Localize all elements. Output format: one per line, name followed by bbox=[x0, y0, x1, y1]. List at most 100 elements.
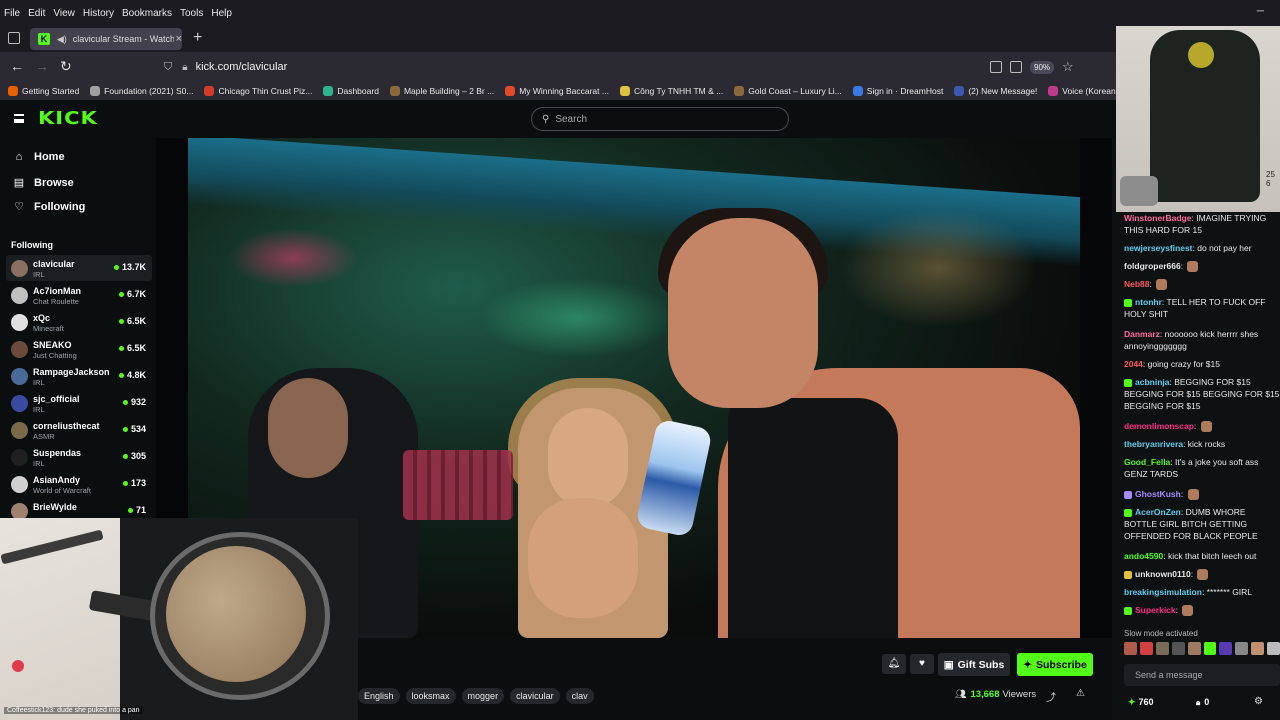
chat-username[interactable]: AcerOnZen bbox=[1135, 507, 1181, 517]
chat-username[interactable]: demonlimonscap bbox=[1124, 421, 1194, 431]
chat-username[interactable]: 2044 bbox=[1124, 359, 1143, 369]
chat-username[interactable]: foldgroper666 bbox=[1124, 261, 1181, 271]
new-tab-plus-icon[interactable]: + bbox=[193, 29, 202, 47]
chat-username[interactable]: newjerseysfinest bbox=[1124, 243, 1193, 253]
minimize-icon[interactable]: ─ bbox=[1257, 6, 1264, 17]
tag-clav[interactable]: clav bbox=[565, 688, 594, 704]
menu-help[interactable]: Help bbox=[211, 8, 232, 19]
search-box[interactable]: ⚲ bbox=[531, 107, 789, 131]
bookmark-item[interactable]: Chicago Thin Crust Piz... bbox=[204, 86, 312, 96]
chat-message-input[interactable] bbox=[1135, 670, 1275, 680]
share-icon[interactable]: ⤴ bbox=[1046, 689, 1056, 704]
emote-icon[interactable] bbox=[1235, 642, 1249, 655]
tab-list-icon[interactable] bbox=[8, 32, 20, 44]
menu-tools[interactable]: Tools bbox=[180, 8, 203, 19]
webcam-overlay[interactable]: Coffeestick123: dude she puked into a pa… bbox=[0, 518, 358, 720]
sidebar-channel-asianandy[interactable]: AsianAndy World of Warcraft 173 bbox=[6, 471, 152, 497]
zoom-level-badge[interactable]: 90% bbox=[1030, 60, 1055, 74]
url-text[interactable]: kick.com/clavicular bbox=[196, 61, 288, 73]
bookmark-item[interactable]: Getting Started bbox=[8, 86, 79, 96]
chat-badge-icon bbox=[1124, 570, 1132, 579]
tag-english[interactable]: English bbox=[358, 688, 400, 704]
chat-username[interactable]: Superkick bbox=[1135, 605, 1176, 615]
search-input[interactable] bbox=[555, 113, 756, 125]
notification-bell-icon[interactable]: 🔔︎ bbox=[882, 654, 906, 674]
bookmark-item[interactable]: My Winning Baccarat ... bbox=[505, 86, 609, 96]
menu-view[interactable]: View bbox=[53, 8, 75, 19]
report-warning-icon[interactable]: ⚠ bbox=[1076, 688, 1085, 699]
sidebar-channel-rampagejackson[interactable]: RampageJackson IRL 4.8K bbox=[6, 363, 152, 389]
sidebar-channel-sneako[interactable]: SNEAKO Just Chatting 6.5K bbox=[6, 336, 152, 362]
follow-heart-icon[interactable]: ♥ bbox=[910, 654, 934, 674]
menu-bookmarks[interactable]: Bookmarks bbox=[122, 8, 172, 19]
emote-icon[interactable] bbox=[1187, 642, 1201, 655]
chat-username[interactable]: unknown0110 bbox=[1135, 569, 1191, 579]
nav-home[interactable]: ⌂ Home bbox=[12, 151, 65, 163]
reader-view-icon[interactable] bbox=[990, 61, 1002, 73]
channel-points[interactable]: ✦ 760 bbox=[1128, 697, 1154, 708]
browser-tab-active[interactable]: K ◀) clavicular Stream - Watch L × bbox=[30, 28, 182, 50]
nav-browse[interactable]: ▤ Browse bbox=[12, 176, 74, 190]
chat-counter[interactable]: 🔒︎ 0 bbox=[1196, 697, 1209, 708]
lock-icon[interactable]: 🔒︎ bbox=[182, 62, 187, 73]
chat-username[interactable]: acbninja bbox=[1135, 377, 1169, 387]
emote-icon[interactable] bbox=[1251, 642, 1265, 655]
speaker-icon[interactable]: ◀) bbox=[57, 34, 67, 45]
menu-edit[interactable]: Edit bbox=[28, 8, 45, 19]
emote-icon[interactable] bbox=[1139, 642, 1153, 655]
chat-username[interactable]: Good_Fella bbox=[1124, 457, 1170, 467]
address-bar[interactable]: ⛉ 🔒︎ kick.com/clavicular bbox=[156, 55, 1082, 79]
bookmark-item[interactable]: Dashboard bbox=[323, 86, 379, 96]
emote-icon[interactable] bbox=[1171, 642, 1185, 655]
kick-logo[interactable]: KICK bbox=[38, 108, 98, 128]
tag-mogger[interactable]: mogger bbox=[461, 688, 505, 704]
bookmark-item[interactable]: Sign in · DreamHost bbox=[852, 86, 943, 96]
bookmark-item[interactable]: Gold Coast – Luxury Li... bbox=[734, 86, 842, 96]
menu-file[interactable]: File bbox=[4, 8, 20, 19]
sidebar-channel-ac7ionman[interactable]: Ac7ionMan Chat Roulette 6.7K bbox=[6, 282, 152, 308]
subscribe-button[interactable]: ✦ Subscribe bbox=[1017, 653, 1093, 676]
chat-username[interactable]: breakingsimulation bbox=[1124, 587, 1202, 597]
tag-clavicular[interactable]: clavicular bbox=[510, 688, 560, 704]
chat-username[interactable]: thebryanrivera bbox=[1124, 439, 1183, 449]
chat-username[interactable]: ntonhr bbox=[1135, 297, 1162, 307]
chat-username[interactable]: WinstonerBadge bbox=[1124, 213, 1191, 223]
back-arrow-icon[interactable]: ← bbox=[10, 58, 24, 74]
viewer-count: 👥︎ 13,668 Viewers bbox=[955, 689, 1036, 700]
chat-username[interactable]: ando4590 bbox=[1124, 551, 1163, 561]
chat-colon: : bbox=[1149, 279, 1155, 289]
emote-icon[interactable] bbox=[1219, 642, 1233, 655]
emote-icon[interactable] bbox=[1155, 642, 1169, 655]
save-page-icon[interactable] bbox=[1010, 61, 1022, 73]
chat-username[interactable]: Danmarz bbox=[1124, 329, 1160, 339]
sidebar-channel-suspendas[interactable]: Suspendas IRL 305 bbox=[6, 444, 152, 470]
sidebar-channel-corneliusthecat[interactable]: corneliusthecat ASMR 534 bbox=[6, 417, 152, 443]
tag-looksmax[interactable]: looksmax bbox=[405, 688, 456, 704]
emote-icon[interactable] bbox=[1203, 642, 1217, 655]
menu-history[interactable]: History bbox=[83, 8, 114, 19]
tracking-shield-icon[interactable]: ⛉ bbox=[164, 61, 172, 74]
gift-subs-button[interactable]: ▣ Gift Subs bbox=[938, 653, 1010, 676]
emote-icon[interactable] bbox=[1267, 642, 1280, 655]
bookmark-item[interactable]: (2) New Message! bbox=[954, 86, 1037, 96]
chat-username[interactable]: GhostKush bbox=[1135, 489, 1181, 499]
chat-settings-gear-icon[interactable]: ⚙ bbox=[1254, 696, 1263, 707]
close-tab-icon[interactable]: × bbox=[176, 33, 182, 45]
forward-arrow-icon[interactable]: → bbox=[35, 58, 49, 74]
sidebar-channel-clavicular[interactable]: clavicular IRL 13.7K bbox=[6, 255, 152, 281]
emote-icon[interactable] bbox=[1124, 642, 1137, 655]
chat-input-box[interactable] bbox=[1124, 664, 1280, 686]
bookmark-star-icon[interactable]: ☆ bbox=[1062, 59, 1074, 75]
reload-icon[interactable]: ↻ bbox=[60, 58, 72, 75]
chat-username[interactable]: Neb88 bbox=[1124, 279, 1150, 289]
browser-menubar: File Edit View History Bookmarks Tools H… bbox=[0, 0, 1280, 26]
bookmark-item[interactable]: Maple Building – 2 Br ... bbox=[389, 86, 494, 96]
sidebar-channel-sjc_official[interactable]: sjc_official IRL 932 bbox=[6, 390, 152, 416]
bookmark-item[interactable]: Công Ty TNHH TM & ... bbox=[619, 86, 723, 96]
bookmark-item[interactable]: Foundation (2021) S0... bbox=[90, 86, 193, 96]
sidebar-channel-xqc[interactable]: xQc Minecraft 6.5K bbox=[6, 309, 152, 335]
menu-hamburger-icon[interactable] bbox=[14, 114, 24, 123]
nav-following[interactable]: ♡ Following bbox=[12, 200, 85, 214]
webcam-red-dot bbox=[12, 660, 24, 672]
gift-icon: ▣ bbox=[943, 658, 954, 671]
